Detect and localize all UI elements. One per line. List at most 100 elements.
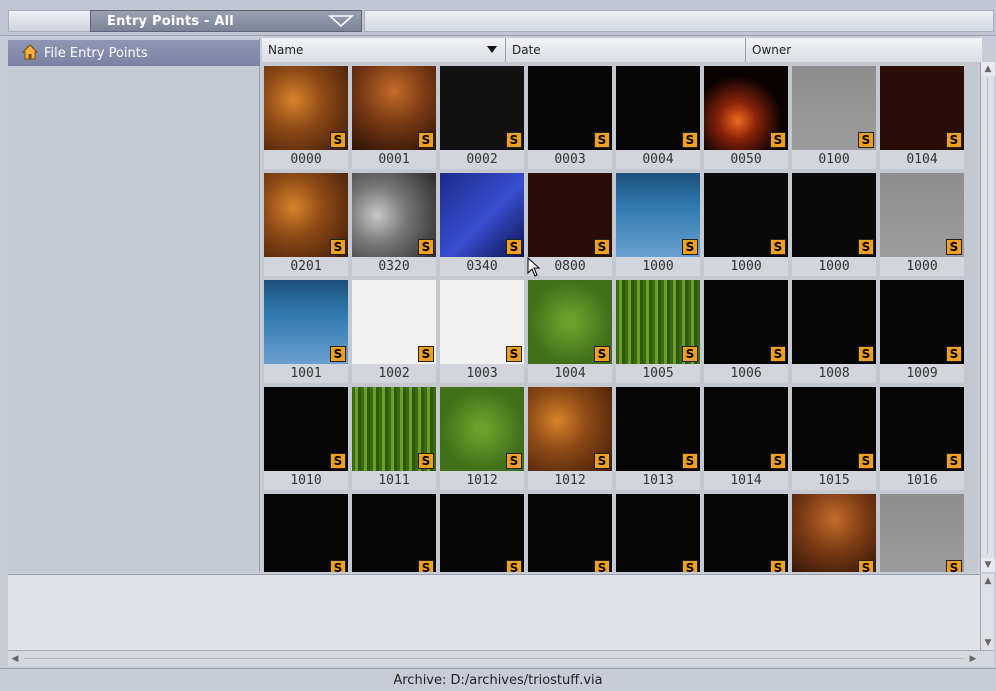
thumbnail-item[interactable]: S 0100 xyxy=(792,66,876,169)
thumbnail-item[interactable]: S 0340 xyxy=(440,173,524,276)
thumbnail-preview[interactable]: S xyxy=(880,280,964,364)
thumbnail-preview[interactable]: S xyxy=(440,280,524,364)
scroll-up-icon[interactable]: ▲ xyxy=(981,62,995,76)
thumbnail-preview[interactable]: S xyxy=(880,387,964,471)
thumbnail-preview[interactable]: S xyxy=(352,494,436,572)
thumbnail-item[interactable]: S 1006 xyxy=(704,280,788,383)
thumbnail-item[interactable]: S 0000 xyxy=(264,66,348,169)
thumbnail-preview[interactable]: S xyxy=(352,387,436,471)
column-header-name[interactable]: Name xyxy=(262,38,506,62)
thumbnail-item[interactable]: S 1000 xyxy=(704,173,788,276)
thumbnail-preview[interactable]: S xyxy=(616,66,700,150)
thumbnail-preview[interactable]: S xyxy=(264,66,348,150)
thumbnail-preview[interactable]: S xyxy=(528,173,612,257)
thumbnail-preview[interactable]: S xyxy=(880,66,964,150)
thumbnail-preview[interactable]: S xyxy=(616,494,700,572)
thumbnail-item[interactable]: S 1012 xyxy=(528,387,612,490)
thumbnail-preview[interactable]: S xyxy=(528,66,612,150)
sort-desc-icon[interactable] xyxy=(487,43,497,57)
chevron-down-icon[interactable] xyxy=(321,11,361,31)
thumbnail-preview[interactable]: S xyxy=(616,280,700,364)
thumbnail-item[interactable]: S xyxy=(352,494,436,572)
thumbnail-item[interactable]: S 0001 xyxy=(352,66,436,169)
thumbnail-item[interactable]: S 1014 xyxy=(704,387,788,490)
thumbnail-preview[interactable]: S xyxy=(264,494,348,572)
thumbnail-preview[interactable]: S xyxy=(792,173,876,257)
thumbnail-preview[interactable]: S xyxy=(440,173,524,257)
thumbnail-item[interactable]: S 0201 xyxy=(264,173,348,276)
scroll-left-icon[interactable]: ◀ xyxy=(8,651,22,666)
thumbnail-preview[interactable]: S xyxy=(616,173,700,257)
thumbnail-preview[interactable]: S xyxy=(792,387,876,471)
thumbnail-item[interactable]: S 1004 xyxy=(528,280,612,383)
thumbnail-item[interactable]: S 1010 xyxy=(264,387,348,490)
thumbnail-item[interactable]: S 0002 xyxy=(440,66,524,169)
thumbnail-item[interactable]: S 0320 xyxy=(352,173,436,276)
scroll-track[interactable] xyxy=(987,78,988,554)
top-toolbar: Entry Points - All xyxy=(0,0,996,36)
thumbnail-item[interactable]: S 1002 xyxy=(352,280,436,383)
scene-badge-icon: S xyxy=(330,346,346,362)
thumbnail-item[interactable]: S 1003 xyxy=(440,280,524,383)
thumbnail-label: 1015 xyxy=(792,471,876,490)
thumbnail-item[interactable]: S 1000 xyxy=(616,173,700,276)
scroll-down-icon[interactable]: ▼ xyxy=(981,558,995,572)
thumbnail-preview[interactable]: S xyxy=(528,387,612,471)
scroll-up-icon[interactable]: ▲ xyxy=(981,574,995,588)
thumbnail-item[interactable]: S xyxy=(616,494,700,572)
thumbnail-preview[interactable]: S xyxy=(704,280,788,364)
thumbnail-item[interactable]: S 1009 xyxy=(880,280,964,383)
thumbnail-item[interactable]: S 1000 xyxy=(880,173,964,276)
horizontal-scrollbar[interactable]: ◀ ▶ xyxy=(8,650,994,666)
thumbnail-preview[interactable]: S xyxy=(704,66,788,150)
thumbnail-item[interactable]: S 1000 xyxy=(792,173,876,276)
thumbnail-preview[interactable]: S xyxy=(440,387,524,471)
sidebar-item-file-entry-points[interactable]: File Entry Points xyxy=(8,40,260,66)
thumbnail-item[interactable]: S xyxy=(880,494,964,572)
thumbnail-preview[interactable]: S xyxy=(792,66,876,150)
thumbnail-item[interactable]: S xyxy=(440,494,524,572)
thumbnail-item[interactable]: S 0003 xyxy=(528,66,612,169)
scroll-right-icon[interactable]: ▶ xyxy=(966,651,980,666)
thumbnail-preview[interactable]: S xyxy=(616,387,700,471)
thumbnail-preview[interactable]: S xyxy=(264,280,348,364)
thumbnail-item[interactable]: S xyxy=(704,494,788,572)
thumbnail-preview[interactable]: S xyxy=(264,173,348,257)
thumbnail-item[interactable]: S xyxy=(264,494,348,572)
scroll-down-icon[interactable]: ▼ xyxy=(981,636,995,650)
thumbnail-preview[interactable]: S xyxy=(352,66,436,150)
thumbnail-item[interactable]: S 1013 xyxy=(616,387,700,490)
thumbnail-item[interactable]: S 0050 xyxy=(704,66,788,169)
thumbnail-item[interactable]: S xyxy=(528,494,612,572)
thumbnail-item[interactable]: S 0104 xyxy=(880,66,964,169)
thumbnail-item[interactable]: S xyxy=(792,494,876,572)
scroll-track[interactable] xyxy=(24,658,964,659)
thumbnail-preview[interactable]: S xyxy=(880,173,964,257)
thumbnail-item[interactable]: S 1008 xyxy=(792,280,876,383)
thumbnail-item[interactable]: S 1011 xyxy=(352,387,436,490)
thumbnail-preview[interactable]: S xyxy=(440,66,524,150)
column-header-owner[interactable]: Owner xyxy=(746,38,982,62)
thumbnail-item[interactable]: S 0004 xyxy=(616,66,700,169)
thumbnail-preview[interactable]: S xyxy=(528,494,612,572)
thumbnail-item[interactable]: S 1005 xyxy=(616,280,700,383)
thumbnail-preview[interactable]: S xyxy=(704,494,788,572)
thumbnail-item[interactable]: S 1015 xyxy=(792,387,876,490)
thumbnail-preview[interactable]: S xyxy=(704,173,788,257)
thumbnail-preview[interactable]: S xyxy=(528,280,612,364)
details-vertical-scrollbar[interactable]: ▲ ▼ xyxy=(980,574,994,650)
thumbnail-preview[interactable]: S xyxy=(792,494,876,572)
thumbnail-preview[interactable]: S xyxy=(264,387,348,471)
thumbnail-preview[interactable]: S xyxy=(440,494,524,572)
thumbnail-item[interactable]: S 1001 xyxy=(264,280,348,383)
thumbnail-item[interactable]: S 1012 xyxy=(440,387,524,490)
thumbnail-item[interactable]: S 1016 xyxy=(880,387,964,490)
thumbnail-preview[interactable]: S xyxy=(352,280,436,364)
column-header-date[interactable]: Date xyxy=(506,38,746,62)
grid-vertical-scrollbar[interactable]: ▲ ▼ xyxy=(980,62,995,572)
thumbnail-preview[interactable]: S xyxy=(880,494,964,572)
entry-points-dropdown[interactable]: Entry Points - All xyxy=(90,10,362,32)
thumbnail-preview[interactable]: S xyxy=(704,387,788,471)
thumbnail-preview[interactable]: S xyxy=(352,173,436,257)
thumbnail-preview[interactable]: S xyxy=(792,280,876,364)
